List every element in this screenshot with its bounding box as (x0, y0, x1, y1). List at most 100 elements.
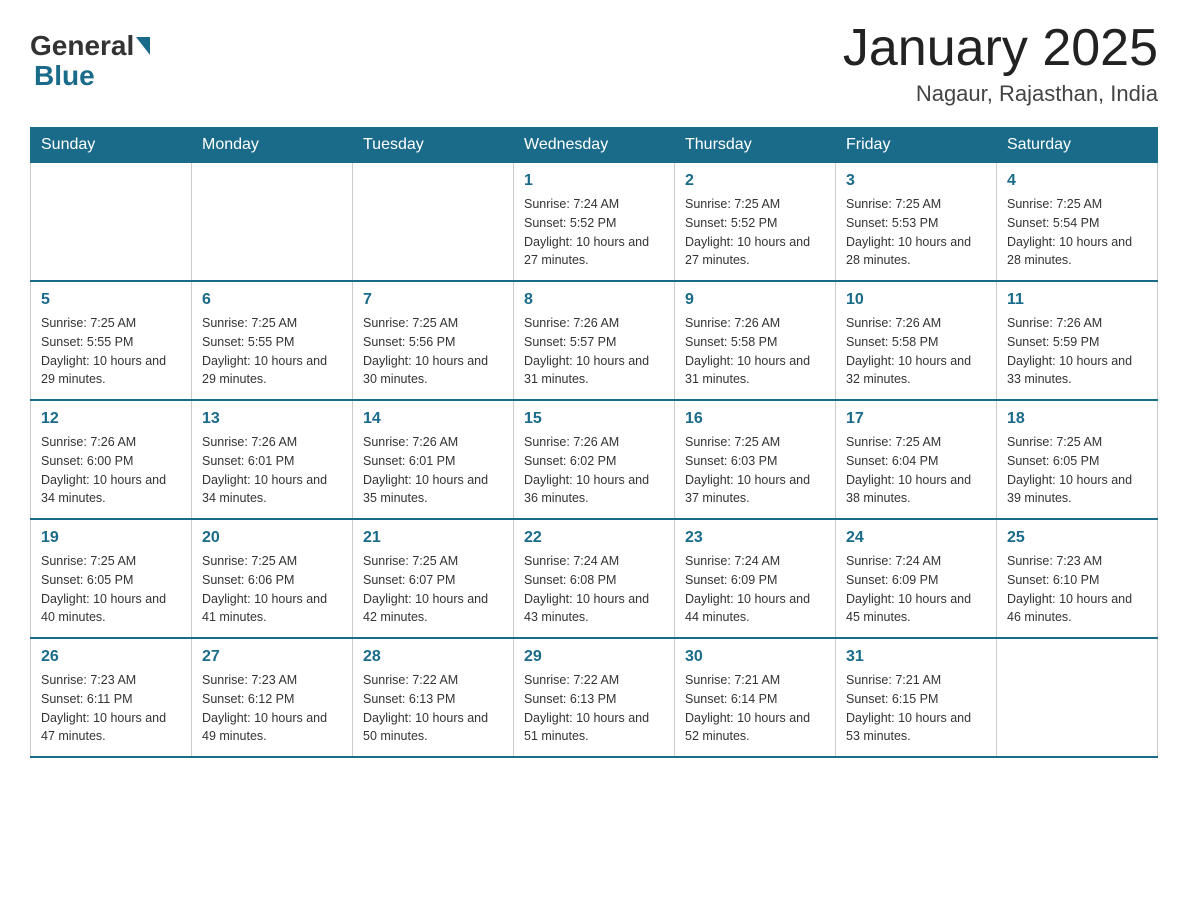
calendar-day-cell: 8Sunrise: 7:26 AM Sunset: 5:57 PM Daylig… (514, 281, 675, 400)
day-number: 5 (41, 288, 181, 312)
calendar-week-row: 12Sunrise: 7:26 AM Sunset: 6:00 PM Dayli… (31, 400, 1158, 519)
day-number: 11 (1007, 288, 1147, 312)
calendar-day-cell: 19Sunrise: 7:25 AM Sunset: 6:05 PM Dayli… (31, 519, 192, 638)
calendar-day-cell: 13Sunrise: 7:26 AM Sunset: 6:01 PM Dayli… (192, 400, 353, 519)
day-number: 23 (685, 526, 825, 550)
calendar-day-cell: 26Sunrise: 7:23 AM Sunset: 6:11 PM Dayli… (31, 638, 192, 757)
logo-general-text: General (30, 30, 150, 62)
calendar-day-cell: 31Sunrise: 7:21 AM Sunset: 6:15 PM Dayli… (836, 638, 997, 757)
calendar-day-cell: 22Sunrise: 7:24 AM Sunset: 6:08 PM Dayli… (514, 519, 675, 638)
calendar-week-row: 26Sunrise: 7:23 AM Sunset: 6:11 PM Dayli… (31, 638, 1158, 757)
day-info: Sunrise: 7:25 AM Sunset: 5:55 PM Dayligh… (41, 314, 181, 389)
day-info: Sunrise: 7:21 AM Sunset: 6:15 PM Dayligh… (846, 671, 986, 746)
day-info: Sunrise: 7:26 AM Sunset: 5:58 PM Dayligh… (846, 314, 986, 389)
day-info: Sunrise: 7:25 AM Sunset: 5:53 PM Dayligh… (846, 195, 986, 270)
day-info: Sunrise: 7:26 AM Sunset: 6:02 PM Dayligh… (524, 433, 664, 508)
day-number: 10 (846, 288, 986, 312)
day-number: 30 (685, 645, 825, 669)
day-number: 18 (1007, 407, 1147, 431)
day-info: Sunrise: 7:24 AM Sunset: 6:09 PM Dayligh… (685, 552, 825, 627)
day-info: Sunrise: 7:25 AM Sunset: 6:06 PM Dayligh… (202, 552, 342, 627)
calendar-day-cell: 7Sunrise: 7:25 AM Sunset: 5:56 PM Daylig… (353, 281, 514, 400)
day-info: Sunrise: 7:22 AM Sunset: 6:13 PM Dayligh… (524, 671, 664, 746)
day-number: 9 (685, 288, 825, 312)
day-number: 29 (524, 645, 664, 669)
day-number: 8 (524, 288, 664, 312)
day-info: Sunrise: 7:25 AM Sunset: 6:04 PM Dayligh… (846, 433, 986, 508)
calendar-day-cell: 30Sunrise: 7:21 AM Sunset: 6:14 PM Dayli… (675, 638, 836, 757)
calendar-day-cell: 16Sunrise: 7:25 AM Sunset: 6:03 PM Dayli… (675, 400, 836, 519)
calendar-day-cell: 6Sunrise: 7:25 AM Sunset: 5:55 PM Daylig… (192, 281, 353, 400)
day-number: 28 (363, 645, 503, 669)
day-number: 31 (846, 645, 986, 669)
day-number: 20 (202, 526, 342, 550)
day-info: Sunrise: 7:23 AM Sunset: 6:10 PM Dayligh… (1007, 552, 1147, 627)
day-info: Sunrise: 7:21 AM Sunset: 6:14 PM Dayligh… (685, 671, 825, 746)
day-number: 24 (846, 526, 986, 550)
day-info: Sunrise: 7:25 AM Sunset: 5:55 PM Dayligh… (202, 314, 342, 389)
calendar-day-cell: 12Sunrise: 7:26 AM Sunset: 6:00 PM Dayli… (31, 400, 192, 519)
logo-general-word: General (30, 30, 134, 62)
day-info: Sunrise: 7:26 AM Sunset: 6:01 PM Dayligh… (363, 433, 503, 508)
calendar-day-header: Tuesday (353, 128, 514, 163)
calendar-day-header: Sunday (31, 128, 192, 163)
calendar-day-cell: 9Sunrise: 7:26 AM Sunset: 5:58 PM Daylig… (675, 281, 836, 400)
day-number: 26 (41, 645, 181, 669)
calendar-day-cell: 24Sunrise: 7:24 AM Sunset: 6:09 PM Dayli… (836, 519, 997, 638)
day-info: Sunrise: 7:25 AM Sunset: 5:54 PM Dayligh… (1007, 195, 1147, 270)
calendar-table: SundayMondayTuesdayWednesdayThursdayFrid… (30, 127, 1158, 758)
day-number: 22 (524, 526, 664, 550)
day-number: 7 (363, 288, 503, 312)
day-number: 25 (1007, 526, 1147, 550)
calendar-day-header: Friday (836, 128, 997, 163)
day-number: 1 (524, 169, 664, 193)
calendar-day-cell: 3Sunrise: 7:25 AM Sunset: 5:53 PM Daylig… (836, 163, 997, 282)
day-info: Sunrise: 7:26 AM Sunset: 5:58 PM Dayligh… (685, 314, 825, 389)
location-subtitle: Nagaur, Rajasthan, India (843, 81, 1158, 107)
day-info: Sunrise: 7:26 AM Sunset: 6:00 PM Dayligh… (41, 433, 181, 508)
calendar-day-header: Thursday (675, 128, 836, 163)
day-info: Sunrise: 7:25 AM Sunset: 6:07 PM Dayligh… (363, 552, 503, 627)
title-section: January 2025 Nagaur, Rajasthan, India (843, 20, 1158, 107)
day-number: 15 (524, 407, 664, 431)
day-number: 4 (1007, 169, 1147, 193)
day-info: Sunrise: 7:24 AM Sunset: 6:09 PM Dayligh… (846, 552, 986, 627)
day-info: Sunrise: 7:25 AM Sunset: 6:05 PM Dayligh… (41, 552, 181, 627)
calendar-day-cell: 21Sunrise: 7:25 AM Sunset: 6:07 PM Dayli… (353, 519, 514, 638)
calendar-day-cell: 28Sunrise: 7:22 AM Sunset: 6:13 PM Dayli… (353, 638, 514, 757)
day-info: Sunrise: 7:23 AM Sunset: 6:11 PM Dayligh… (41, 671, 181, 746)
day-number: 14 (363, 407, 503, 431)
logo: General Blue (30, 30, 150, 92)
calendar-day-cell: 18Sunrise: 7:25 AM Sunset: 6:05 PM Dayli… (997, 400, 1158, 519)
day-number: 16 (685, 407, 825, 431)
calendar-day-header: Saturday (997, 128, 1158, 163)
calendar-day-cell: 29Sunrise: 7:22 AM Sunset: 6:13 PM Dayli… (514, 638, 675, 757)
calendar-week-row: 5Sunrise: 7:25 AM Sunset: 5:55 PM Daylig… (31, 281, 1158, 400)
day-info: Sunrise: 7:25 AM Sunset: 6:03 PM Dayligh… (685, 433, 825, 508)
calendar-day-cell: 27Sunrise: 7:23 AM Sunset: 6:12 PM Dayli… (192, 638, 353, 757)
day-number: 6 (202, 288, 342, 312)
calendar-day-cell: 23Sunrise: 7:24 AM Sunset: 6:09 PM Dayli… (675, 519, 836, 638)
calendar-week-row: 1Sunrise: 7:24 AM Sunset: 5:52 PM Daylig… (31, 163, 1158, 282)
logo-blue-text: Blue (30, 60, 95, 92)
calendar-day-cell: 2Sunrise: 7:25 AM Sunset: 5:52 PM Daylig… (675, 163, 836, 282)
calendar-day-cell: 5Sunrise: 7:25 AM Sunset: 5:55 PM Daylig… (31, 281, 192, 400)
calendar-day-cell: 17Sunrise: 7:25 AM Sunset: 6:04 PM Dayli… (836, 400, 997, 519)
calendar-day-cell (353, 163, 514, 282)
calendar-day-cell (997, 638, 1158, 757)
day-info: Sunrise: 7:24 AM Sunset: 5:52 PM Dayligh… (524, 195, 664, 270)
day-info: Sunrise: 7:26 AM Sunset: 5:57 PM Dayligh… (524, 314, 664, 389)
calendar-day-cell: 20Sunrise: 7:25 AM Sunset: 6:06 PM Dayli… (192, 519, 353, 638)
day-number: 27 (202, 645, 342, 669)
calendar-week-row: 19Sunrise: 7:25 AM Sunset: 6:05 PM Dayli… (31, 519, 1158, 638)
day-number: 3 (846, 169, 986, 193)
day-info: Sunrise: 7:26 AM Sunset: 6:01 PM Dayligh… (202, 433, 342, 508)
day-info: Sunrise: 7:26 AM Sunset: 5:59 PM Dayligh… (1007, 314, 1147, 389)
calendar-day-cell (192, 163, 353, 282)
calendar-day-cell: 25Sunrise: 7:23 AM Sunset: 6:10 PM Dayli… (997, 519, 1158, 638)
day-number: 13 (202, 407, 342, 431)
day-number: 12 (41, 407, 181, 431)
day-number: 21 (363, 526, 503, 550)
calendar-day-cell (31, 163, 192, 282)
calendar-day-cell: 10Sunrise: 7:26 AM Sunset: 5:58 PM Dayli… (836, 281, 997, 400)
